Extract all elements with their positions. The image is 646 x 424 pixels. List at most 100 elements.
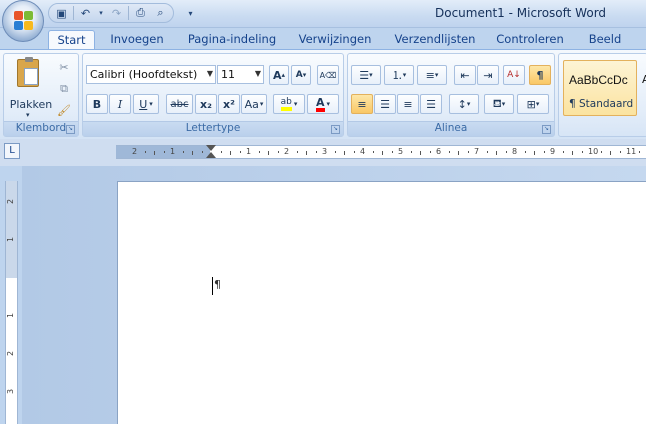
ruler-tick-label: 3: [322, 147, 328, 156]
ruler-tick-mark: [458, 151, 459, 155]
align-left-button[interactable]: ≡: [351, 94, 373, 114]
subscript-button[interactable]: x₂: [195, 94, 217, 114]
tab-beeld[interactable]: Beeld: [585, 30, 625, 50]
window-title: Document1 - Microsoft Word: [435, 6, 607, 20]
ruler-tick-mark: [429, 151, 431, 153]
redo-icon[interactable]: ↷: [108, 5, 125, 21]
ruler-tick-mark: [315, 151, 317, 153]
ruler-tick-mark: [572, 151, 573, 155]
horizontal-ruler[interactable]: 2 1 1 2 3 4 5 6 7 8 9 10 11: [116, 145, 646, 159]
ruler-tick-label: 4: [360, 147, 366, 156]
highlight-label: ab: [280, 97, 292, 107]
copy-icon[interactable]: ⧉: [54, 79, 74, 99]
paste-button[interactable]: Plakken ▾: [7, 56, 52, 119]
tab-controleren[interactable]: Controleren: [496, 30, 564, 50]
shading-button[interactable]: ⛾ ▾: [484, 94, 514, 114]
ruler-tick-mark: [562, 151, 564, 153]
hanging-indent-marker-icon[interactable]: [206, 152, 216, 158]
ruler-tick-label: 11: [626, 147, 637, 156]
bold-button[interactable]: B: [86, 94, 108, 114]
ruler-top-margin: [6, 181, 17, 278]
superscript-button[interactable]: x²: [218, 94, 240, 114]
font-dialog-launcher-icon[interactable]: ↘: [331, 125, 340, 134]
highlight-button[interactable]: ab ▾: [273, 94, 305, 114]
styles-group: AaBbCcDc ¶ Standaard A: [558, 53, 646, 137]
paragraph-group-label: Alinea: [348, 121, 554, 136]
increase-indent-button[interactable]: ⇥: [477, 65, 499, 85]
tab-start[interactable]: Start: [48, 30, 95, 50]
ruler-tick-label: 1: [6, 312, 16, 319]
strikethrough-button[interactable]: abc: [166, 94, 193, 114]
ruler-tick-label: 6: [436, 147, 442, 156]
chevron-down-icon: ▼: [206, 69, 213, 78]
office-button[interactable]: [2, 0, 44, 42]
text-cursor: [212, 277, 213, 295]
paragraph-mark: ¶: [214, 278, 221, 291]
print-icon[interactable]: ⎙: [132, 5, 149, 21]
indent-marker-icon[interactable]: [206, 145, 216, 151]
tab-invoegen[interactable]: Invoegen: [108, 30, 166, 50]
ruler-tick-label: 8: [512, 147, 518, 156]
clipboard-group: Plakken ▾ ✂ ⧉ 🖌 Klembord ↘: [3, 53, 79, 137]
ruler-tick-mark: [306, 151, 307, 155]
shrink-font-button[interactable]: A ▾: [291, 65, 311, 85]
undo-dropdown-icon[interactable]: ▾: [97, 5, 105, 21]
font-size-value: 11: [221, 68, 235, 81]
style-next[interactable]: A: [640, 60, 646, 116]
ruler-tick-mark: [334, 151, 336, 153]
paste-icon: [17, 57, 39, 87]
style-next-preview: A: [642, 73, 646, 86]
justify-button[interactable]: ☰: [420, 94, 442, 114]
font-group: Calibri (Hoofdtekst) ▼ 11 ▼ A ▴ A ▾ A⌫ B I…: [82, 53, 344, 137]
ruler-tick-label: 9: [550, 147, 556, 156]
tab-verwijzingen[interactable]: Verwijzingen: [296, 30, 374, 50]
font-color-label: A: [315, 95, 325, 109]
paste-dropdown-icon: ▾: [26, 111, 30, 119]
sort-button[interactable]: A↓: [503, 65, 525, 85]
save-icon[interactable]: ▣: [53, 5, 70, 21]
undo-icon[interactable]: ↶: [77, 5, 94, 21]
clipboard-dialog-launcher-icon[interactable]: ↘: [66, 125, 75, 134]
ruler-tick-mark: [382, 151, 383, 155]
italic-button[interactable]: I: [109, 94, 131, 114]
tab-verzendlijsten[interactable]: Verzendlijsten: [393, 30, 477, 50]
format-painter-icon[interactable]: 🖌: [54, 100, 74, 120]
qat-separator: [73, 6, 74, 20]
borders-button[interactable]: ⊞ ▾: [517, 94, 549, 114]
customize-qat-icon[interactable]: ▾: [182, 5, 199, 21]
print-preview-icon[interactable]: ⌕: [152, 5, 169, 21]
ruler-tick-mark: [410, 151, 412, 153]
tab-selector-button[interactable]: L: [4, 143, 20, 159]
paragraph-dialog-launcher-icon[interactable]: ↘: [542, 125, 551, 134]
underline-button[interactable]: U ▾: [133, 94, 159, 114]
ruler-tick-mark: [619, 151, 621, 153]
style-standaard[interactable]: AaBbCcDc ¶ Standaard: [563, 60, 637, 116]
ruler-tick-mark: [505, 151, 507, 153]
change-case-button[interactable]: Aa ▾: [241, 94, 267, 114]
vertical-ruler[interactable]: 2 1 1 2 3: [5, 181, 18, 424]
style-preview: AaBbCcDc: [569, 73, 628, 87]
ruler-tick-mark: [486, 151, 488, 153]
font-size-combo[interactable]: 11 ▼: [217, 65, 264, 84]
font-name-combo[interactable]: Calibri (Hoofdtekst) ▼: [86, 65, 216, 84]
document-page[interactable]: [117, 181, 646, 424]
cut-icon[interactable]: ✂: [54, 57, 74, 77]
ruler-tick-mark: [448, 151, 450, 153]
style-name: ¶ Standaard: [569, 98, 634, 110]
align-right-button[interactable]: ≡: [397, 94, 419, 114]
line-spacing-button[interactable]: ↕ ▾: [449, 94, 479, 114]
bullets-button[interactable]: ☰ ▾: [351, 65, 381, 85]
clear-formatting-button[interactable]: A⌫: [317, 65, 339, 85]
change-case-label: Aa: [244, 97, 259, 111]
grow-font-button[interactable]: A ▴: [269, 65, 289, 85]
multilevel-list-button[interactable]: ≡ ▾: [417, 65, 447, 85]
ruler-tick-mark: [372, 151, 374, 153]
show-formatting-button[interactable]: ¶: [529, 65, 551, 85]
font-color-button[interactable]: A ▾: [307, 94, 339, 114]
numbering-button[interactable]: ⒈ ▾: [384, 65, 414, 85]
decrease-indent-button[interactable]: ⇤: [454, 65, 476, 85]
tab-pagina-indeling[interactable]: Pagina-indeling: [186, 30, 278, 50]
align-center-button[interactable]: ☰: [374, 94, 396, 114]
ruler-tick-mark: [543, 151, 545, 153]
ruler-tick-mark: [344, 151, 345, 155]
